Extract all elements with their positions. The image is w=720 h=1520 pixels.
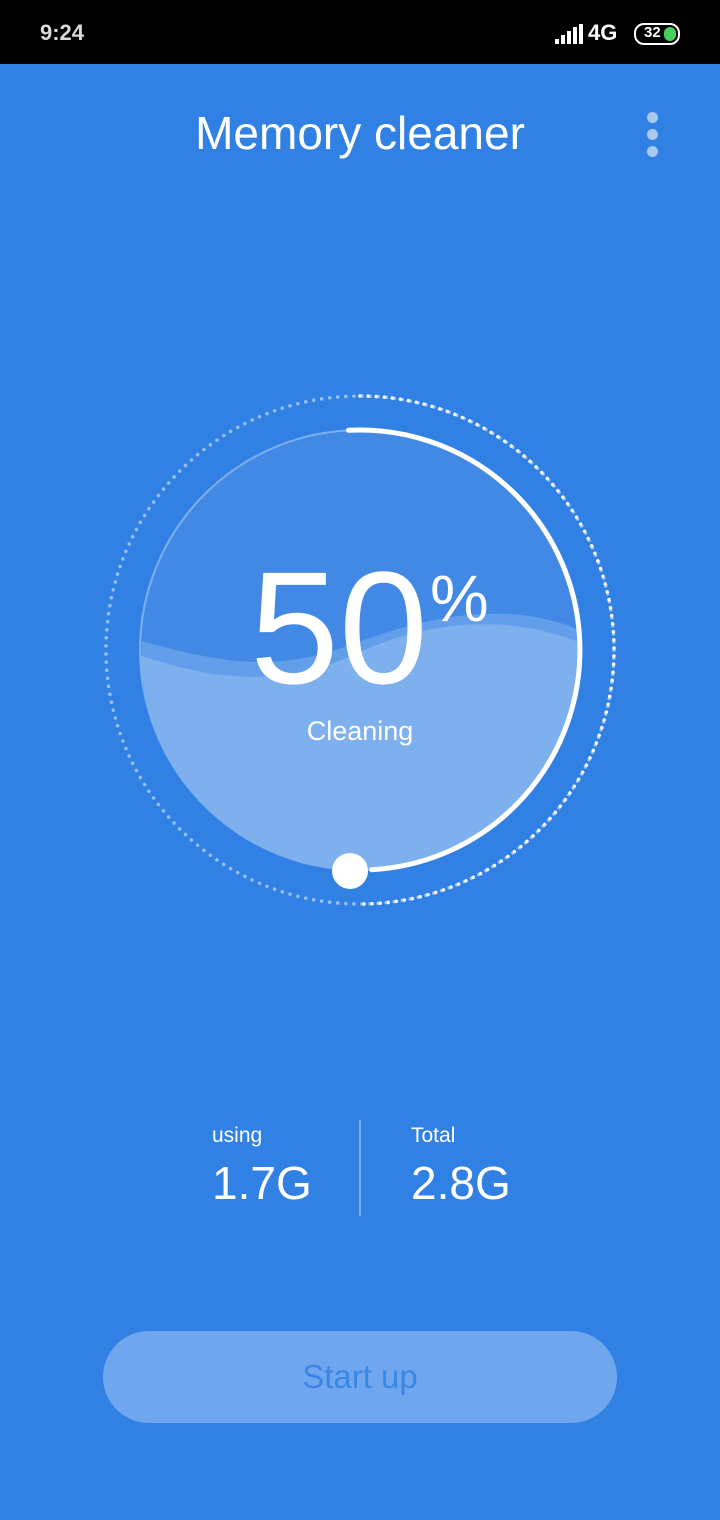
- gauge-percent-value: 50: [250, 538, 428, 717]
- gauge-percent-sign: %: [430, 561, 489, 635]
- gauge-progress-knob: [332, 853, 368, 889]
- battery-level-fill: [664, 27, 676, 41]
- stats-divider: [359, 1120, 361, 1216]
- page-title: Memory cleaner: [195, 107, 525, 159]
- total-label: Total: [411, 1124, 456, 1147]
- using-label: using: [212, 1124, 263, 1147]
- battery-icon: 32: [634, 23, 680, 45]
- start-up-button[interactable]: Start up: [103, 1331, 617, 1423]
- gauge-status-label: Cleaning: [306, 716, 414, 746]
- network-type-label: 4G: [588, 20, 618, 45]
- using-value: 1.7G: [212, 1157, 312, 1209]
- signal-icon: [555, 24, 583, 44]
- status-bar: 9:24 4G 32: [0, 0, 720, 64]
- more-options-icon[interactable]: [638, 108, 666, 162]
- status-time: 9:24: [40, 20, 85, 45]
- battery-level-text: 32: [644, 24, 661, 41]
- total-value: 2.8G: [411, 1157, 511, 1209]
